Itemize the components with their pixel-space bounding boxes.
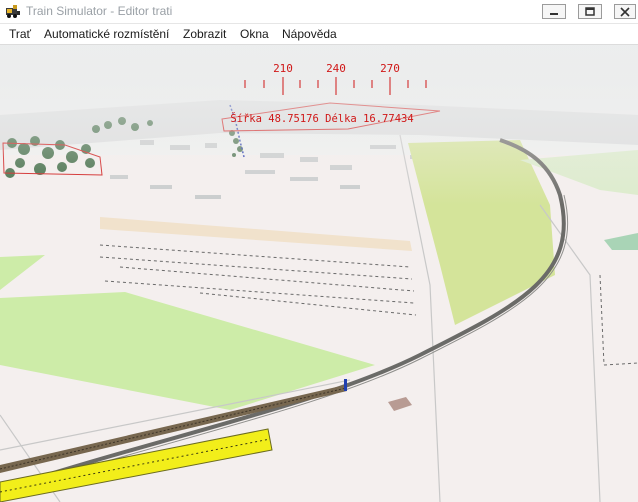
menu-bar: Trať Automatické rozmístění Zobrazit Okn…: [0, 24, 638, 45]
title-bar[interactable]: Train Simulator - Editor trati: [0, 0, 638, 24]
terrain-scene[interactable]: 210 240 270 Šířka 48.75176 Délka 16.7743…: [0, 45, 638, 502]
compass-label-270: 270: [380, 62, 400, 75]
maximize-button[interactable]: [578, 4, 602, 19]
maximize-icon: [585, 7, 595, 16]
menu-zobrazit[interactable]: Zobrazit: [183, 27, 226, 41]
track-end-marker[interactable]: [344, 379, 347, 391]
window-title: Train Simulator - Editor trati: [26, 4, 173, 18]
minimize-button[interactable]: [542, 4, 566, 19]
compass-label-210: 210: [273, 62, 293, 75]
menu-napoveda[interactable]: Nápověda: [282, 27, 337, 41]
close-button[interactable]: [614, 4, 636, 19]
coordinates-readout: Šířka 48.75176 Délka 16.77434: [230, 112, 413, 125]
distance-fog: [0, 45, 638, 205]
menu-okna[interactable]: Okna: [240, 27, 269, 41]
close-icon: [620, 7, 630, 17]
app-window: Train Simulator - Editor trati Trať Auto…: [0, 0, 638, 502]
locomotive-app-icon: [5, 3, 21, 19]
menu-automaticke-rozmisteni[interactable]: Automatické rozmístění: [44, 27, 169, 41]
minimize-icon: [550, 13, 558, 15]
3d-viewport[interactable]: 210 240 270 Šířka 48.75176 Délka 16.7743…: [0, 45, 638, 502]
compass-label-240: 240: [326, 62, 346, 75]
menu-trat[interactable]: Trať: [9, 27, 31, 41]
